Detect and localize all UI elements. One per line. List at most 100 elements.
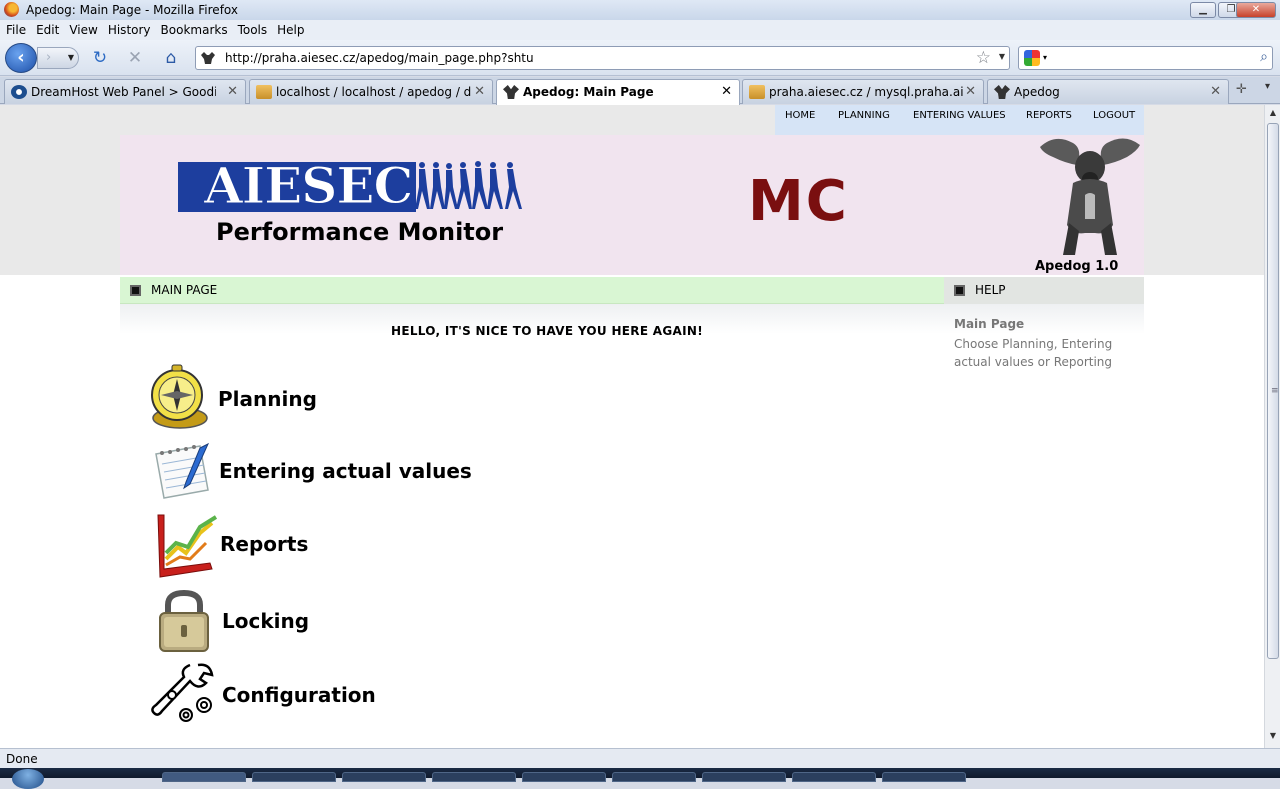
reports-label[interactable]: Reports bbox=[220, 532, 308, 556]
configuration-link[interactable]: Configuration bbox=[150, 661, 400, 725]
planning-link[interactable]: Planning bbox=[150, 363, 350, 431]
taskbar-button[interactable] bbox=[792, 772, 876, 782]
menu-help[interactable]: Help bbox=[271, 20, 308, 37]
close-tab-icon[interactable]: ✕ bbox=[721, 84, 732, 99]
page-viewport: HOME PLANNING ENTERING VALUES REPORTS LO… bbox=[0, 105, 1264, 748]
notepad-pen-icon bbox=[155, 442, 210, 499]
taskbar-button[interactable] bbox=[522, 772, 606, 782]
greeting-text: HELLO, IT'S NICE TO HAVE YOU HERE AGAIN! bbox=[391, 324, 703, 338]
close-tab-icon[interactable]: ✕ bbox=[965, 84, 976, 99]
new-tab-icon[interactable]: ✛ bbox=[1236, 82, 1247, 97]
square-bullet-icon bbox=[954, 285, 965, 296]
menu-view[interactable]: View bbox=[63, 20, 101, 37]
taskbar-button[interactable] bbox=[252, 772, 336, 782]
grip-icon: ≡ bbox=[1271, 386, 1279, 396]
tab-apedog[interactable]: Apedog ✕ bbox=[987, 79, 1229, 104]
menu-bar: File Edit View History Bookmarks Tools Help bbox=[0, 20, 1280, 40]
menu-tools[interactable]: Tools bbox=[232, 20, 272, 37]
close-window-button[interactable]: ✕ bbox=[1236, 2, 1276, 18]
menu-file[interactable]: File bbox=[0, 20, 30, 37]
entering-actual-values-label[interactable]: Entering actual values bbox=[219, 459, 472, 483]
scroll-down-icon[interactable]: ▼ bbox=[1267, 731, 1279, 745]
navigation-toolbar: ‹ › ▼ ↻ ✕ ⌂ http://praha.aiesec.cz/apedog… bbox=[0, 40, 1280, 76]
wrench-icon bbox=[151, 663, 214, 722]
start-button[interactable] bbox=[12, 769, 44, 789]
nav-entering-values-link[interactable]: ENTERING VALUES bbox=[913, 110, 1006, 121]
locking-link[interactable]: Locking bbox=[150, 589, 350, 653]
planning-label[interactable]: Planning bbox=[218, 387, 317, 411]
forward-button[interactable]: › ▼ bbox=[37, 47, 79, 69]
tab-label: praha.aiesec.cz / mysql.praha.aiese... bbox=[769, 85, 964, 99]
entering-actual-values-link[interactable]: Entering actual values bbox=[150, 440, 472, 502]
nav-planning-link[interactable]: PLANNING bbox=[838, 110, 890, 121]
taskbar-button[interactable] bbox=[612, 772, 696, 782]
minimize-button[interactable]: ▁ bbox=[1190, 2, 1216, 18]
phpmyadmin-icon bbox=[256, 85, 272, 99]
reload-icon[interactable]: ↻ bbox=[90, 48, 110, 68]
firefox-icon bbox=[4, 2, 19, 17]
help-text: Choose Planning, Entering actual values … bbox=[954, 337, 1113, 369]
vertical-scrollbar[interactable]: ▲ ≡ ▼ bbox=[1264, 105, 1280, 748]
main-page-section-bar: MAIN PAGE bbox=[120, 277, 944, 304]
square-bullet-icon bbox=[130, 285, 141, 296]
home-icon[interactable]: ⌂ bbox=[161, 48, 181, 68]
url-dropdown-icon[interactable]: ▼ bbox=[999, 52, 1005, 61]
reports-link[interactable]: Reports bbox=[150, 513, 350, 581]
help-title: Main Page bbox=[954, 317, 1025, 331]
title-bar: Apedog: Main Page - Mozilla Firefox ▁ ❐ … bbox=[0, 0, 1280, 20]
compass-icon bbox=[151, 364, 208, 429]
app-version: Apedog 1.0 bbox=[1035, 259, 1119, 274]
stop-icon[interactable]: ✕ bbox=[125, 48, 145, 68]
nav-reports-link[interactable]: REPORTS bbox=[1026, 110, 1072, 121]
address-bar[interactable]: http://praha.aiesec.cz/apedog/main_page.… bbox=[195, 46, 1010, 70]
search-engine-dropdown-icon[interactable]: ▾ bbox=[1043, 53, 1047, 62]
tab-apedog-main[interactable]: Apedog: Main Page ✕ bbox=[496, 79, 740, 105]
apedog-icon bbox=[994, 85, 1010, 99]
url-text[interactable]: http://praha.aiesec.cz/apedog/main_page.… bbox=[225, 51, 534, 65]
menu-bookmarks[interactable]: Bookmarks bbox=[155, 20, 232, 37]
help-heading: HELP bbox=[975, 283, 1006, 297]
nav-home-link[interactable]: HOME bbox=[785, 110, 815, 121]
close-tab-icon[interactable]: ✕ bbox=[1210, 84, 1221, 99]
taskbar-button[interactable] bbox=[342, 772, 426, 782]
search-icon[interactable]: ⌕ bbox=[1260, 49, 1268, 65]
bookmark-star-icon[interactable]: ☆ bbox=[976, 48, 991, 68]
help-section-bar: HELP bbox=[944, 277, 1144, 304]
back-button[interactable]: ‹ bbox=[5, 43, 37, 73]
tab-label: Apedog bbox=[1014, 85, 1060, 99]
apedog-dog-logo bbox=[1040, 138, 1140, 255]
close-tab-icon[interactable]: ✕ bbox=[227, 84, 238, 99]
status-text: Done bbox=[6, 752, 38, 766]
status-bar: Done bbox=[0, 748, 1280, 768]
scrollbar-thumb[interactable]: ≡ bbox=[1267, 123, 1279, 659]
tab-list-icon[interactable]: ▾ bbox=[1265, 81, 1270, 92]
nav-logout-link[interactable]: LOGOUT bbox=[1093, 110, 1135, 121]
tab-label: localhost / localhost / apedog / de... bbox=[276, 85, 471, 99]
history-dropdown-icon[interactable]: ▼ bbox=[68, 48, 74, 68]
tab-label: DreamHost Web Panel > Goodies :... bbox=[31, 85, 216, 99]
search-box[interactable]: ▾ ⌕ bbox=[1018, 46, 1273, 70]
window-title: Apedog: Main Page - Mozilla Firefox bbox=[26, 3, 238, 17]
walking-people-logo-graphic bbox=[416, 161, 522, 209]
header-banner: AIESEC Performance Monitor MC Apedog 1.0 bbox=[120, 135, 1144, 275]
apedog-icon bbox=[503, 85, 519, 99]
close-tab-icon[interactable]: ✕ bbox=[474, 84, 485, 99]
taskbar-button[interactable] bbox=[432, 772, 516, 782]
taskbar-button[interactable] bbox=[702, 772, 786, 782]
taskbar-button[interactable] bbox=[162, 772, 246, 782]
menu-history[interactable]: History bbox=[102, 20, 155, 37]
top-navigation: HOME PLANNING ENTERING VALUES REPORTS LO… bbox=[775, 105, 1144, 135]
scroll-up-icon[interactable]: ▲ bbox=[1267, 108, 1279, 122]
locking-label[interactable]: Locking bbox=[222, 609, 309, 633]
taskbar-button[interactable] bbox=[882, 772, 966, 782]
committee-label: MC bbox=[748, 169, 849, 234]
banner-subtitle: Performance Monitor bbox=[216, 218, 504, 246]
menu-edit[interactable]: Edit bbox=[30, 20, 63, 37]
firefox-window: Apedog: Main Page - Mozilla Firefox ▁ ❐ … bbox=[0, 0, 1280, 789]
tab-praha-mysql[interactable]: praha.aiesec.cz / mysql.praha.aiese... ✕ bbox=[742, 79, 984, 104]
google-icon[interactable] bbox=[1024, 50, 1040, 66]
configuration-label[interactable]: Configuration bbox=[222, 683, 376, 707]
tab-dreamhost[interactable]: DreamHost Web Panel > Goodies :... ✕ bbox=[4, 79, 246, 104]
tab-localhost[interactable]: localhost / localhost / apedog / de... ✕ bbox=[249, 79, 493, 104]
dreamhost-icon bbox=[11, 85, 27, 99]
